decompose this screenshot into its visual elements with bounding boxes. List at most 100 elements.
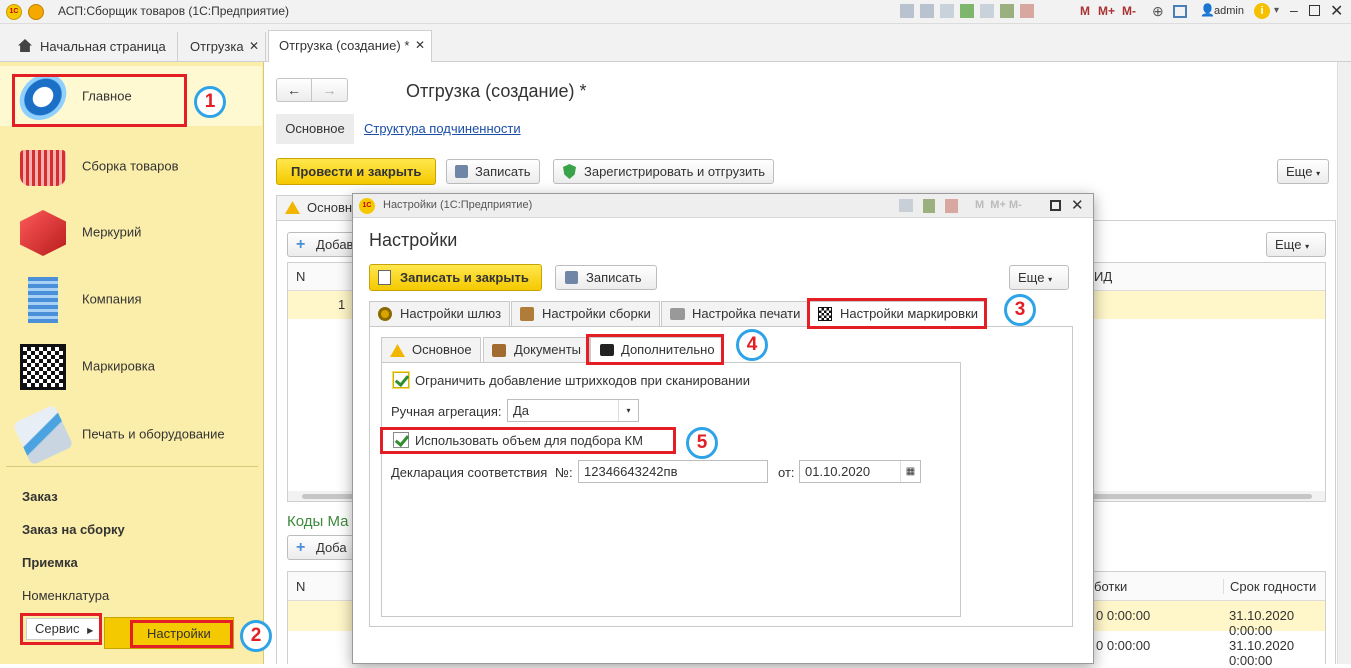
plus-icon: + <box>296 236 306 253</box>
step-badge-3: 3 <box>1004 294 1036 326</box>
manual-agg-select[interactable]: Да ▾ <box>507 399 639 422</box>
col-id[interactable]: ИД <box>1094 269 1112 284</box>
cell-processing: 0 0:00:00 <box>1096 638 1151 653</box>
tab-shipment-create[interactable]: Отгрузка (создание) * ✕ <box>268 30 432 62</box>
mem-mplus-button[interactable]: M+ <box>1098 4 1115 18</box>
register-ship-button[interactable]: Зарегистрировать и отгрузить <box>553 159 775 184</box>
subtab-main[interactable]: Основное <box>381 337 481 363</box>
briefcase-icon <box>492 344 506 357</box>
grid-more-button[interactable]: Еще ▾ <box>1266 232 1326 257</box>
print-icon[interactable] <box>920 4 934 18</box>
window-scrollbar[interactable] <box>1337 62 1351 664</box>
zoom-icon[interactable]: ⊕ <box>1152 3 1164 20</box>
sidebar-item-company[interactable]: Компания <box>0 269 262 329</box>
tab-label: Настройка печати <box>692 306 801 321</box>
minimize-icon[interactable]: – <box>1290 2 1298 18</box>
declaration-number-input[interactable]: 12346643242пв <box>578 460 768 483</box>
subtab-documents[interactable]: Документы <box>483 337 591 363</box>
page-title: Отгрузка (создание) * <box>406 81 587 101</box>
floppy-icon <box>565 271 578 284</box>
close-icon[interactable]: ✕ <box>1071 196 1084 214</box>
doc-nav-main-label: Основное <box>285 121 345 136</box>
tab-gateway-settings[interactable]: Настройки шлюз <box>369 301 511 327</box>
sidebar-link-receiving[interactable]: Приемка <box>22 555 78 570</box>
write-close-button[interactable]: Записать и закрыть <box>369 264 542 291</box>
main-menu-icon[interactable] <box>28 4 44 20</box>
sidebar-item-mercury[interactable]: Меркурий <box>0 202 262 262</box>
dropdown-icon[interactable]: ▾ <box>1274 5 1279 16</box>
user-name[interactable]: admin <box>1214 5 1244 17</box>
basket-icon <box>20 150 66 186</box>
doc-more-button[interactable]: Еще ▾ <box>1277 159 1329 184</box>
mem-mminus-button[interactable]: M- <box>1122 4 1136 18</box>
dialog-more-button[interactable]: Еще ▾ <box>1009 265 1069 290</box>
tab-assembly-settings[interactable]: Настройки сборки <box>511 301 660 327</box>
back-arrow-icon[interactable]: ← <box>277 79 313 101</box>
limit-barcodes-checkbox[interactable] <box>393 372 409 388</box>
print-icon[interactable] <box>899 199 913 212</box>
doc-nav-main[interactable]: Основное <box>276 114 354 144</box>
toolbar-icons[interactable] <box>900 4 1070 20</box>
limit-barcodes-label[interactable]: Ограничить добавление штрихкодов при ска… <box>415 373 750 388</box>
tab-bar: Начальная страница Отгрузка ✕ Отгрузка (… <box>0 24 1351 62</box>
subtab-label: Документы <box>514 342 582 357</box>
calendar-icon[interactable]: ▦ <box>900 461 920 482</box>
user-icon: 👤 <box>1200 3 1215 17</box>
mem-m-button[interactable]: M <box>1080 4 1090 18</box>
grid-more-label: Еще <box>1275 237 1302 252</box>
panels-icon[interactable] <box>1173 5 1187 18</box>
tab-close-icon[interactable]: ✕ <box>249 32 259 61</box>
sidebar-item-print[interactable]: Печать и оборудование <box>0 404 262 466</box>
sidebar: Главное Сборка товаров Меркурий Компания… <box>0 62 264 664</box>
declaration-date-value: 01.10.2020 <box>805 464 871 479</box>
declaration-date-input[interactable]: 01.10.2020 ▦ <box>799 460 921 483</box>
maximize-icon[interactable] <box>1050 200 1061 211</box>
preview-icon[interactable] <box>940 4 954 18</box>
write-button[interactable]: Записать <box>446 159 540 184</box>
step-badge-4: 4 <box>736 329 768 361</box>
tab-print-settings[interactable]: Настройка печати <box>661 301 810 327</box>
highlight-additional-tab <box>586 334 724 365</box>
close-icon[interactable]: ✕ <box>1330 1 1343 21</box>
doc-nav-structure-link[interactable]: Структура подчиненности <box>364 121 521 136</box>
info-icon[interactable]: i <box>1254 3 1270 19</box>
sidebar-link-assembly-order[interactable]: Заказ на сборку <box>22 522 125 537</box>
home-icon <box>18 39 32 52</box>
calendar-icon[interactable] <box>945 199 958 213</box>
forward-arrow-icon[interactable]: → <box>312 79 347 101</box>
sidebar-link-nomenclature[interactable]: Номенклатура <box>22 588 109 603</box>
col-n[interactable]: N <box>296 579 305 594</box>
tab-home[interactable]: Начальная страница <box>6 32 178 62</box>
col-processing[interactable]: ботки <box>1094 579 1127 594</box>
post-close-button[interactable]: Провести и закрыть <box>276 158 437 185</box>
sidebar-item-label: Печать и оборудование <box>82 426 225 442</box>
maximize-icon[interactable] <box>1309 5 1320 16</box>
col-expiry[interactable]: Срок годности <box>1223 579 1316 594</box>
link-icon[interactable] <box>980 4 994 18</box>
sidebar-item-marking[interactable]: Маркировка <box>0 336 262 396</box>
cube-icon <box>20 210 66 256</box>
dialog-heading: Настройки <box>369 230 458 250</box>
sidebar-item-assembly[interactable]: Сборка товаров <box>0 136 262 196</box>
write-label: Записать <box>475 164 531 179</box>
chevron-down-icon[interactable]: ▾ <box>618 400 638 421</box>
calc-icon[interactable] <box>923 199 935 213</box>
window-title: АСП:Сборщик товаров (1С:Предприятие) <box>58 4 290 18</box>
tab-close-icon[interactable]: ✕ <box>415 31 425 60</box>
tab-shipment[interactable]: Отгрузка ✕ <box>180 32 266 62</box>
doc-more-label: Еще <box>1286 164 1313 179</box>
number-label: №: <box>555 465 573 480</box>
shield-icon <box>563 164 576 179</box>
chevron-down-icon: ▾ <box>1316 169 1321 178</box>
col-n[interactable]: N <box>296 269 305 284</box>
attach-icon[interactable] <box>960 4 974 18</box>
dialog-more-label: Еще <box>1018 270 1045 285</box>
declaration-label: Декларация соответствия <box>391 465 548 480</box>
calc-icon[interactable] <box>1000 4 1014 18</box>
mem-icons[interactable]: M M+ M- <box>975 199 1022 211</box>
dialog-write-button[interactable]: Записать <box>555 265 657 290</box>
add-code-button[interactable]: + Доба <box>287 535 356 560</box>
save-icon[interactable] <box>900 4 914 18</box>
calendar-icon[interactable] <box>1020 4 1034 18</box>
sidebar-link-order[interactable]: Заказ <box>22 489 58 504</box>
